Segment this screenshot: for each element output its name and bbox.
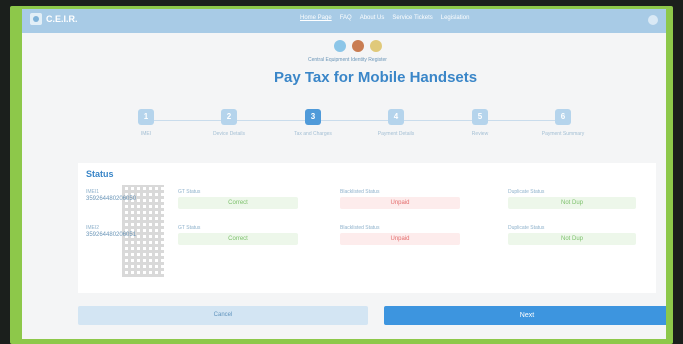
nav-faq[interactable]: FAQ [340,15,352,21]
logo-icon [30,13,42,25]
status-heading: Status [86,169,114,179]
step-2: 2 Device Details [194,109,264,138]
main-nav: Home Page FAQ About Us Service Tickets L… [300,15,469,21]
emblem-3-icon [370,40,382,52]
cancel-button[interactable]: Cancel [78,306,368,325]
imei-row-1: IMEI1 359264480206050 GT Status Correct … [78,189,656,219]
step-4: 4 Payment Details [361,109,431,138]
step-1: 1 IMEI [111,109,181,138]
nav-service-tickets[interactable]: Service Tickets [392,15,432,21]
nav-legislation[interactable]: Legislation [441,15,470,21]
duplicate-status-badge: Not Dup [508,197,636,209]
browser-page: C.E.I.R. Home Page FAQ About Us Service … [22,9,666,339]
blacklist-status-badge: Unpaid [340,233,460,245]
site-logo[interactable]: C.E.I.R. [30,13,78,25]
blacklist-status-badge: Unpaid [340,197,460,209]
settings-icon[interactable] [648,15,658,25]
imei-row-2: IMEI2 359264480206051 GT Status Correct … [78,225,656,255]
duplicate-status-badge: Not Dup [508,233,636,245]
gt-status-badge: Correct [178,197,298,209]
next-button[interactable]: Next [384,306,666,325]
department-name: Central Equipment Identity Register [308,57,387,63]
step-5: 5 Review [445,109,515,138]
status-card: Status IMEI1 359264480206050 GT Status C… [78,163,656,293]
gt-status-badge: Correct [178,233,298,245]
nav-about[interactable]: About Us [360,15,385,21]
step-3-active: 3 Tax and Charges [278,109,348,138]
imei-value: 359264480206051 [86,232,137,238]
step-6: 6 Payment Summary [528,109,598,138]
imei-value: 359264480206050 [86,196,137,202]
page-title: Pay Tax for Mobile Handsets [274,69,478,86]
top-header: C.E.I.R. Home Page FAQ About Us Service … [22,9,666,33]
emblem-1-icon [334,40,346,52]
emblem-2-icon [352,40,364,52]
emblems [334,40,382,52]
logo-text: C.E.I.R. [46,14,78,24]
nav-home[interactable]: Home Page [300,15,332,21]
